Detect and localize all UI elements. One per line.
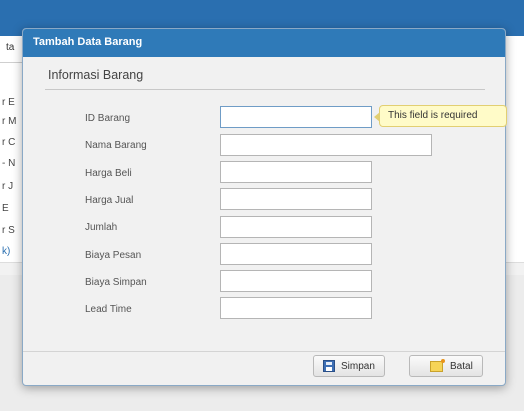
section-divider [45, 89, 485, 90]
harga-jual-input[interactable] [220, 188, 372, 210]
grid-header-divider [0, 62, 24, 63]
grid-row-fragment: r E [2, 97, 15, 108]
biaya-pesan-input[interactable] [220, 243, 372, 265]
grid-row-fragment: - N [2, 158, 16, 169]
harga-jual-label: Harga Jual [85, 195, 134, 206]
nama-barang-input[interactable] [220, 134, 432, 156]
id-barang-input[interactable] [220, 106, 372, 128]
dialog-titlebar[interactable]: Tambah Data Barang [23, 29, 505, 57]
grid-row-fragment: E [2, 203, 9, 214]
jumlah-label: Jumlah [85, 222, 118, 233]
dialog-footer-divider [23, 351, 505, 352]
save-button[interactable]: Simpan [313, 355, 385, 377]
nama-barang-label: Nama Barang [85, 140, 147, 151]
section-title: Informasi Barang [48, 68, 144, 82]
add-item-dialog: Tambah Data Barang Informasi Barang ID B… [22, 28, 507, 386]
tooltip-arrow-icon [374, 112, 380, 122]
validation-tooltip-text: This field is required [388, 110, 478, 121]
biaya-simpan-input[interactable] [220, 270, 372, 292]
biaya-pesan-label: Biaya Pesan [85, 250, 142, 261]
save-button-label: Simpan [341, 361, 375, 372]
biaya-simpan-label: Biaya Simpan [85, 277, 147, 288]
cancel-button-label: Batal [450, 361, 473, 372]
grid-header-fragment: ta [6, 42, 15, 53]
dialog-title: Tambah Data Barang [33, 36, 143, 48]
id-barang-label: ID Barang [85, 113, 131, 124]
harga-beli-input[interactable] [220, 161, 372, 183]
floppy-disk-icon [323, 360, 335, 372]
harga-beli-label: Harga Beli [85, 168, 132, 179]
lead-time-input[interactable] [220, 297, 372, 319]
grid-row-fragment: k) [2, 246, 11, 257]
validation-tooltip: This field is required [374, 105, 507, 127]
grid-row-fragment: r C [2, 137, 16, 148]
cancel-button[interactable]: Batal [409, 355, 483, 377]
grid-row-fragment: r J [2, 181, 14, 192]
folder-cancel-icon [430, 359, 445, 372]
lead-time-label: Lead Time [85, 304, 132, 315]
jumlah-input[interactable] [220, 216, 372, 238]
grid-row-fragment: r M [2, 116, 17, 127]
grid-row-fragment: r S [2, 225, 15, 236]
